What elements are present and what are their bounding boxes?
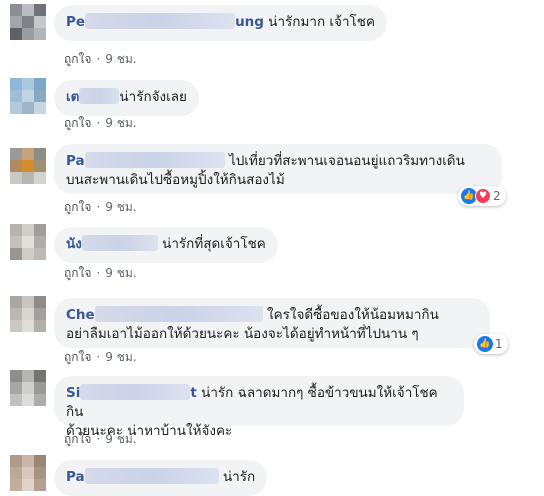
comment-author[interactable]: เต — [66, 88, 120, 105]
blurred-name — [94, 306, 263, 322]
comment-bubble: เต น่ารักจังเลย — [54, 80, 199, 116]
comment-meta: ถูกใจ · 9 ชม. — [64, 266, 137, 280]
reaction-count: 1 — [495, 337, 503, 351]
comment-bubble: Che ใครใจดีซื้อของให้น้อมหมากิน อย่าลืมเ… — [54, 298, 490, 348]
love-icon: ♥ — [475, 188, 491, 204]
blurred-name — [80, 384, 191, 400]
like-link[interactable]: ถูกใจ — [64, 52, 91, 66]
timestamp[interactable]: 9 ชม. — [105, 266, 136, 280]
comment-text: น่ารักจังเลย — [119, 89, 187, 105]
comment-text-line1: ไปเที่ยวที่สะพานเจอนอนยู่แถวริมทางเดิน — [228, 153, 465, 169]
comment-bubble: Pa ไปเที่ยวที่สะพานเจอนอนยู่แถวริมทางเดิ… — [54, 144, 502, 194]
comment-text-line1: ใครใจดีซื้อของให้น้อมหมากิน — [266, 307, 439, 323]
comment-text: น่ารักที่สุดเจ้าโชค — [162, 236, 266, 252]
like-link[interactable]: ถูกใจ — [64, 350, 91, 364]
blurred-name — [84, 152, 225, 168]
comment-text-line2: อย่าลืมเอาไม้ออกให้ด้วยนะคะ น้องจะได้อยู… — [66, 326, 419, 342]
reactions-badge[interactable]: 👍 1 — [474, 334, 508, 354]
like-link[interactable]: ถูกใจ — [64, 200, 91, 214]
reactions-badge[interactable]: 👍 ♥ 2 — [458, 186, 506, 206]
timestamp[interactable]: 9 ชม. — [105, 350, 136, 364]
avatar[interactable] — [10, 224, 46, 260]
comment-text-line2: บนสะพานเดินไปซื้อหมูปิ้งให้กินสองไม้ — [66, 172, 285, 188]
comment-bubble: Pe ung น่ารักมาก เจ้าโชค — [54, 5, 387, 41]
timestamp[interactable]: 9 ชม. — [105, 432, 136, 446]
comment-author[interactable]: นัง — [66, 235, 158, 252]
comment-bubble: Pa น่ารัก — [54, 460, 268, 496]
comment-text: น่ารักมาก เจ้าโชค — [268, 14, 375, 30]
comment-text: น่ารัก — [222, 469, 256, 485]
comment-author[interactable]: Pa — [66, 152, 225, 169]
comment-meta: ถูกใจ · 9 ชม. — [64, 200, 137, 214]
blurred-name — [81, 235, 158, 251]
avatar[interactable] — [10, 78, 46, 114]
like-link[interactable]: ถูกใจ — [64, 432, 91, 446]
comment-meta: ถูกใจ · 9 ชม. — [64, 350, 137, 364]
like-icon: 👍 — [477, 336, 493, 352]
avatar[interactable] — [10, 4, 46, 40]
comment-author[interactable]: Pe ung — [66, 13, 264, 30]
blurred-name — [85, 13, 236, 29]
timestamp[interactable]: 9 ชม. — [105, 200, 136, 214]
blurred-name — [84, 468, 219, 484]
comment-meta: ถูกใจ · 9 ชม. — [64, 52, 137, 66]
comment-meta: ถูกใจ · 9 ชม. — [64, 432, 137, 446]
blurred-name — [79, 88, 120, 104]
comment-meta: ถูกใจ · 9 ชม. — [64, 116, 137, 130]
avatar[interactable] — [10, 296, 46, 332]
comment-author[interactable]: Pa — [66, 468, 219, 485]
like-link[interactable]: ถูกใจ — [64, 116, 91, 130]
avatar[interactable] — [10, 370, 46, 406]
comment-bubble: Si t น่ารัก ฉลาดมากๆ ซื้อข้าวขนมให้เจ้าโช… — [54, 376, 464, 439]
avatar[interactable] — [10, 455, 46, 491]
timestamp[interactable]: 9 ชม. — [105, 52, 136, 66]
avatar[interactable] — [10, 148, 46, 184]
reaction-count: 2 — [493, 189, 501, 203]
comment-author[interactable]: Che — [66, 306, 263, 323]
like-link[interactable]: ถูกใจ — [64, 266, 91, 280]
timestamp[interactable]: 9 ชม. — [105, 116, 136, 130]
comment-bubble: นัง น่ารักที่สุดเจ้าโชค — [54, 227, 278, 263]
comment-author[interactable]: Si t — [66, 384, 197, 401]
